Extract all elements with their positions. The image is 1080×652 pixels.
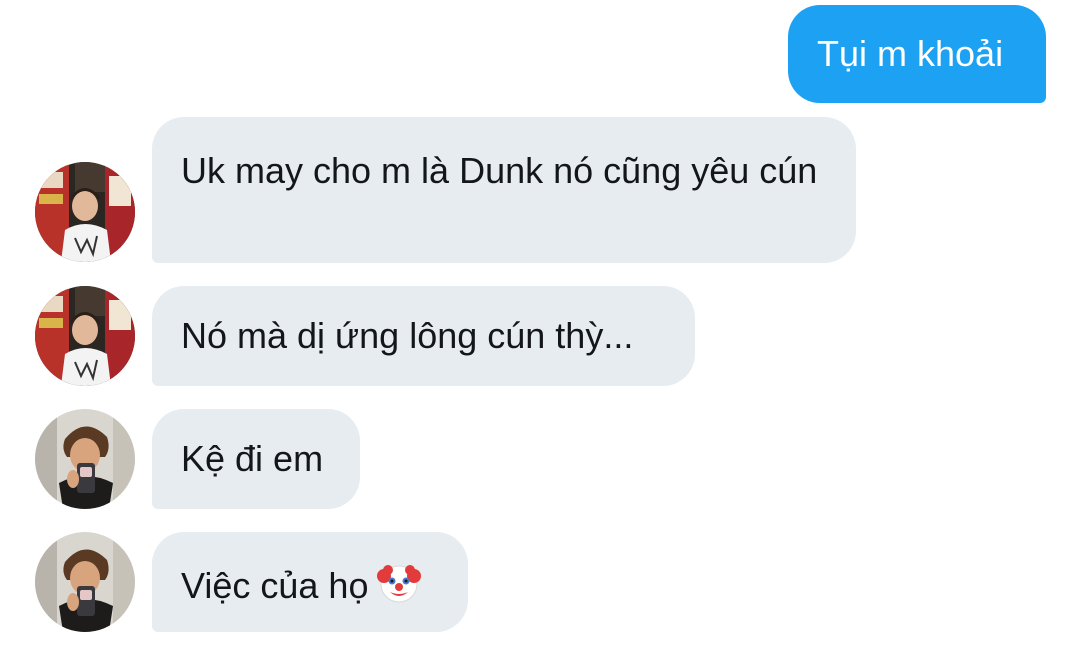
avatar-person-b[interactable] [35,409,135,509]
incoming-message-bubble[interactable]: Uk may cho m là Dunk nó cũng yêu cún [152,117,856,263]
avatar-b-image [35,409,135,509]
avatar-person-a[interactable] [35,162,135,262]
message-text: Uk may cho m là Dunk nó cũng yêu cún [181,150,818,191]
message-text: Kệ đi em [181,438,324,479]
chat-thread: Tụi m khoải Uk may cho m là Dunk nó cũng… [0,0,1080,652]
avatar-a-image [35,162,135,262]
incoming-message-bubble[interactable]: Kệ đi em [152,409,360,509]
outgoing-message-bubble[interactable]: Tụi m khoải [788,5,1046,103]
avatar-a-image [35,286,135,386]
message-text: Tụi m khoải [817,33,1004,74]
avatar-person-b[interactable] [35,532,135,632]
incoming-message-bubble[interactable]: Nó mà dị ứng lông cún thỳ... [152,286,695,386]
avatar-b-image [35,532,135,632]
message-text: Nó mà dị ứng lông cún thỳ... [181,315,634,356]
message-text: Việc của họ [181,565,369,606]
clown-face-icon [376,560,422,616]
incoming-message-bubble[interactable]: Việc của họ [152,532,468,632]
avatar-person-a[interactable] [35,286,135,386]
